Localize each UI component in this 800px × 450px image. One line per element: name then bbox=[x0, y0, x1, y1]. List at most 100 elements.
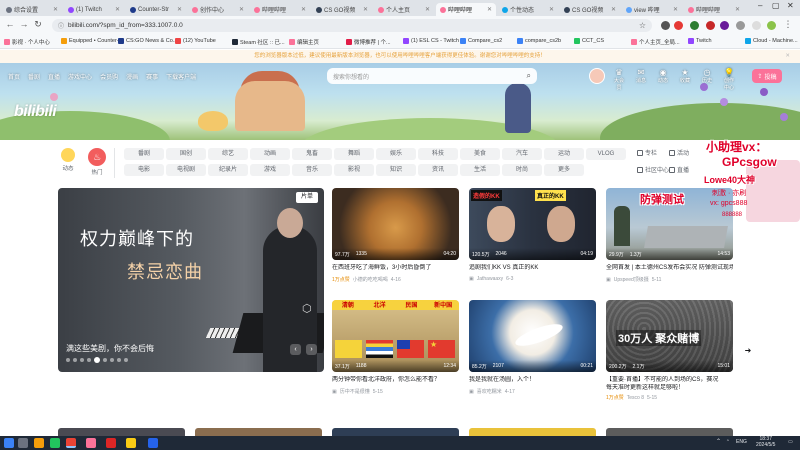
top-nav-item[interactable]: 会员购 bbox=[100, 72, 118, 81]
top-nav-item[interactable]: 直播 bbox=[48, 72, 60, 81]
author-name[interactable]: Tesco 8 bbox=[627, 395, 644, 401]
bookmark-star-icon[interactable]: ☆ bbox=[639, 21, 646, 30]
side-link[interactable]: 专栏 bbox=[637, 148, 657, 157]
tab-close-icon[interactable]: ✕ bbox=[301, 6, 306, 13]
carousel-prev-icon[interactable]: ‹ bbox=[290, 344, 301, 355]
extension-icon[interactable] bbox=[674, 21, 683, 30]
bookmark-item[interactable]: Cloud - Machine... bbox=[745, 38, 798, 44]
tab-close-icon[interactable]: ✕ bbox=[53, 6, 58, 13]
carousel-dot[interactable] bbox=[124, 358, 128, 362]
channel-chip[interactable]: 国创 bbox=[166, 148, 206, 160]
extension-icon[interactable] bbox=[661, 21, 670, 30]
tab-close-icon[interactable]: ✕ bbox=[425, 6, 430, 13]
ime-indicator[interactable]: ENG bbox=[736, 439, 747, 445]
channel-chip[interactable]: 音乐 bbox=[292, 164, 332, 176]
video-title[interactable]: 全网首发 | 本土德州CS发布会实况 防弹测试现场结果 bbox=[606, 264, 733, 272]
channel-chip[interactable]: 鬼畜 bbox=[292, 148, 332, 160]
carousel-dot[interactable] bbox=[103, 358, 107, 362]
address-bar[interactable]: ⓘ bilibili.com/?spm_id_from=333.1007.0.0… bbox=[52, 19, 652, 32]
next-row-thumbnail[interactable] bbox=[58, 428, 185, 436]
tab-close-icon[interactable]: ✕ bbox=[735, 6, 740, 13]
video-thumbnail[interactable]: 造假的KK 真正的KK 120.5万 2046 04:19 bbox=[469, 188, 596, 260]
user-menu-item[interactable]: ♛ 大会员 bbox=[612, 68, 626, 91]
top-nav-item[interactable]: 番剧 bbox=[28, 72, 40, 81]
forward-icon[interactable]: → bbox=[18, 19, 30, 29]
carousel-dot[interactable] bbox=[117, 358, 121, 362]
tab-close-icon[interactable]: ✕ bbox=[363, 6, 368, 13]
bookmark-item[interactable]: (12) YouTube bbox=[175, 38, 216, 44]
tab-close-icon[interactable]: ✕ bbox=[673, 6, 678, 13]
bookmark-item[interactable]: compare_cs2b bbox=[517, 38, 561, 44]
carousel-dot[interactable] bbox=[66, 358, 70, 362]
video-title[interactable]: 追剧我们KK VS 真正的KK bbox=[469, 264, 596, 272]
top-nav-item[interactable]: 首页 bbox=[8, 72, 20, 81]
author-name[interactable]: 喜欢吃糯米 bbox=[477, 388, 502, 395]
video-card[interactable]: 造假的KK 真正的KK 120.5万 2046 04:19 追剧我们KK VS … bbox=[469, 188, 596, 282]
channel-chip[interactable]: 电视剧 bbox=[166, 164, 206, 176]
browser-tab[interactable]: view 哔哩 ✕ bbox=[622, 3, 682, 16]
next-row-thumbnail[interactable] bbox=[469, 428, 596, 436]
bookmark-item[interactable]: (1) ESL CS - Twitch bbox=[403, 38, 459, 44]
side-link[interactable]: 社区中心 bbox=[637, 165, 669, 174]
author-name[interactable]: 小德的吃吃喝喝 bbox=[353, 276, 388, 283]
user-menu-item[interactable]: ◷ 历史 bbox=[700, 68, 714, 91]
next-row-thumbnail[interactable] bbox=[195, 428, 322, 436]
video-title[interactable]: 在西班牙吃了海鲜饭，3小时后昏倒了 bbox=[332, 264, 459, 272]
carousel-dot[interactable] bbox=[80, 358, 84, 362]
user-menu-item[interactable]: ◉ 动态 bbox=[656, 68, 670, 91]
notification-icon[interactable]: ▭ bbox=[788, 439, 793, 445]
channel-chip[interactable]: 更多 bbox=[544, 164, 584, 176]
tab-close-icon[interactable]: ✕ bbox=[611, 6, 616, 13]
channel-chip[interactable]: 美食 bbox=[460, 148, 500, 160]
tab-close-icon[interactable]: ✕ bbox=[115, 6, 120, 13]
profile-avatar-icon[interactable] bbox=[767, 21, 776, 30]
carousel-dot-active[interactable] bbox=[94, 357, 100, 363]
bookmark-item[interactable]: 微博推荐 | 个... bbox=[346, 38, 391, 46]
video-card[interactable]: 85.2万 2107 00:21 我是我就在汤圆，入个！ ▣ 喜欢吃糯米 4-1… bbox=[469, 300, 596, 395]
channel-chip[interactable]: 游戏 bbox=[250, 164, 290, 176]
wifi-icon[interactable]: ◔ bbox=[726, 438, 729, 444]
browser-tab[interactable]: Counter-Str ✕ bbox=[126, 3, 186, 16]
top-nav-item[interactable]: 漫画 bbox=[126, 72, 138, 81]
carousel-caption[interactable]: 满这些美剧，你不会后悔 bbox=[66, 343, 154, 354]
bookmark-item[interactable]: 个人主页_全局... bbox=[631, 38, 680, 46]
chrome-icon[interactable] bbox=[66, 438, 76, 448]
browser-tab[interactable]: CS GO视频 ✕ bbox=[560, 3, 620, 16]
file-explorer-icon[interactable] bbox=[34, 438, 44, 448]
channel-chip[interactable]: 动画 bbox=[250, 148, 290, 160]
refresh-feed-icon[interactable]: ➜ bbox=[742, 345, 754, 357]
channel-chip[interactable]: 运动 bbox=[544, 148, 584, 160]
user-menu-item[interactable]: ★ 收藏 bbox=[678, 68, 692, 91]
app-icon[interactable] bbox=[50, 438, 60, 448]
back-icon[interactable]: ← bbox=[4, 19, 16, 29]
app-icon[interactable] bbox=[126, 438, 136, 448]
start-icon[interactable] bbox=[4, 438, 14, 448]
carousel-dot[interactable] bbox=[110, 358, 114, 362]
channel-chip[interactable]: 娱乐 bbox=[376, 148, 416, 160]
user-menu-item[interactable]: 💡 创作中心 bbox=[722, 68, 736, 91]
browser-tab[interactable]: 哔哩哔哩 ✕ bbox=[436, 3, 496, 16]
channel-chip[interactable]: 时尚 bbox=[502, 164, 542, 176]
maximize-icon[interactable]: ▢ bbox=[772, 1, 780, 10]
bookmark-item[interactable]: CCT_CS bbox=[574, 38, 604, 44]
video-card[interactable]: 清朝 北洋 民国 新中国 ★ 37.1万 1188 12:34 两分钟带你看北洋… bbox=[332, 300, 459, 395]
search-input[interactable]: 搜索你想看的 bbox=[333, 72, 369, 81]
app-icon[interactable] bbox=[86, 438, 96, 448]
bookmark-item[interactable]: Twitch bbox=[688, 38, 712, 44]
browser-tab[interactable]: 哔哩哔哩 ✕ bbox=[250, 3, 310, 16]
video-title-line2[interactable]: 每天准时更新这样就足够啦！ bbox=[606, 384, 733, 392]
sidebar-icon[interactable] bbox=[752, 21, 761, 30]
browser-tab[interactable]: 创作中心 ✕ bbox=[188, 3, 248, 16]
channel-chip[interactable]: 汽车 bbox=[502, 148, 542, 160]
browser-tab[interactable]: 哔哩哔哩 ✕ bbox=[684, 3, 744, 16]
tab-close-icon[interactable]: ✕ bbox=[487, 6, 492, 13]
search-box[interactable]: 搜索你想看的 ⌕ bbox=[327, 68, 537, 84]
user-menu-item[interactable]: ✉ 消息 bbox=[634, 68, 648, 91]
bookmark-item[interactable]: CS:GO News & Co... bbox=[118, 38, 177, 44]
next-row-thumbnail[interactable] bbox=[332, 428, 459, 436]
bookmark-item[interactable]: 编辑主页 bbox=[289, 38, 319, 46]
channel-chip[interactable]: 电影 bbox=[124, 164, 164, 176]
author-name[interactable]: Upspeed顶级摄 bbox=[614, 276, 649, 283]
next-row-thumbnail[interactable] bbox=[606, 428, 733, 436]
channel-chip[interactable]: 生活 bbox=[460, 164, 500, 176]
